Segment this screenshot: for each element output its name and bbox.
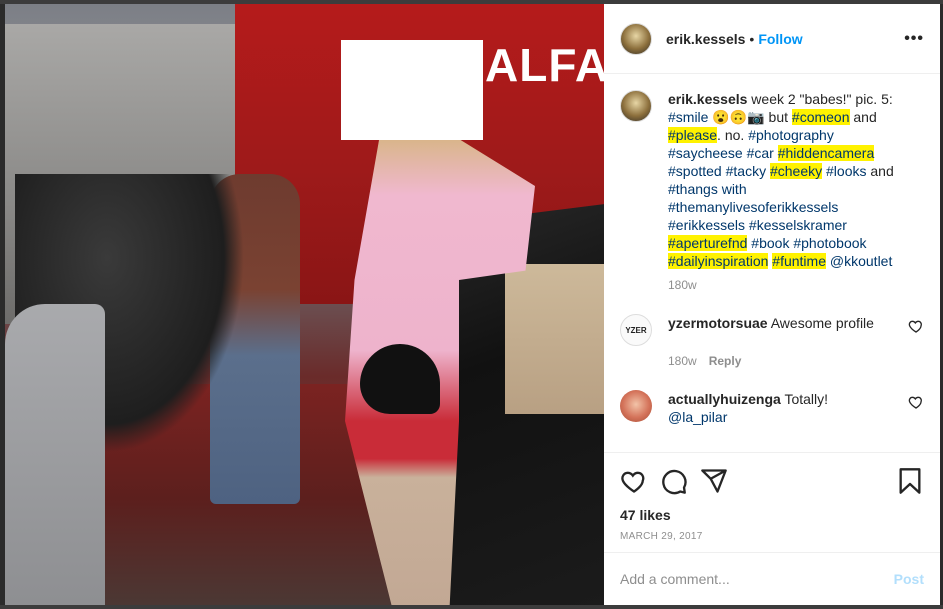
hashtag-photography[interactable]: #photography (748, 127, 834, 143)
photo-car-seat (505, 264, 604, 414)
comment-input[interactable] (620, 571, 894, 587)
caption-no: . no. (717, 127, 749, 143)
comment-age: 180w (668, 354, 697, 368)
caption-and-2: and (866, 163, 894, 179)
heart-icon[interactable] (908, 318, 924, 334)
hashtag-erikkessels[interactable]: #erikkessels (668, 217, 745, 233)
more-icon[interactable]: ••• (904, 30, 924, 48)
photo-sign: ALFA (485, 39, 604, 91)
reply-button[interactable]: Reply (709, 354, 742, 368)
hashtag-comeon[interactable]: #comeon (791, 109, 850, 125)
hashtag-looks[interactable]: #looks (826, 163, 866, 179)
caption-text: erik.kessels week 2 "babes!" pic. 5: #sm… (668, 90, 904, 270)
comment-username[interactable]: yzermotorsuae (668, 315, 768, 331)
hashtag-cheeky[interactable]: #cheeky (769, 163, 823, 179)
hashtag-themanylives[interactable]: #themanylivesoferikkessels (668, 199, 838, 215)
hashtag-hiddencamera[interactable]: #hiddencamera (777, 145, 875, 161)
comment-item: actuallyhuizenga Totally! @la_pilar (620, 390, 924, 426)
hashtag-spotted[interactable]: #spotted (668, 163, 722, 179)
caption-username[interactable]: erik.kessels (668, 91, 747, 107)
hashtag-book[interactable]: #book (751, 235, 789, 251)
hashtag-photobook[interactable]: #photobook (793, 235, 866, 251)
comment-body: Totally! (784, 391, 829, 407)
avatar[interactable] (620, 22, 652, 55)
caption-but: but (768, 109, 792, 125)
mention-kkoutlet[interactable]: @kkoutlet (830, 253, 892, 269)
comment-avatar[interactable]: YZER (620, 314, 652, 346)
comments-list[interactable]: erik.kessels week 2 "babes!" pic. 5: #sm… (604, 74, 940, 454)
action-icons (620, 463, 924, 499)
comment-meta: 180w Reply (668, 354, 924, 368)
comment-mention[interactable]: @la_pilar (668, 409, 727, 425)
heart-icon[interactable] (908, 394, 924, 410)
caption-age: 180w (668, 278, 697, 292)
post-photo[interactable]: ALFA 10 (5, 4, 604, 605)
comment-username[interactable]: actuallyhuizenga (668, 391, 781, 407)
caption-meta: 180w (668, 278, 924, 292)
comment-icon[interactable] (660, 467, 688, 495)
hashtag-kesselskramer[interactable]: #kesselskramer (749, 217, 847, 233)
comment-text: yzermotorsuae Awesome profile (668, 314, 886, 346)
share-icon[interactable] (700, 467, 728, 495)
hashtag-saycheese[interactable]: #saycheese (668, 145, 743, 161)
comment-item: YZER yzermotorsuae Awesome profile (620, 314, 924, 346)
follow-button[interactable]: Follow (758, 31, 802, 47)
caption-avatar[interactable] (620, 90, 652, 122)
hashtag-aperturefnd[interactable]: #aperturefnd (668, 235, 748, 251)
post-button[interactable]: Post (894, 571, 924, 587)
hashtag-dailyinspiration[interactable]: #dailyinspiration (668, 253, 769, 269)
post-header: erik.kessels • Follow ••• (604, 4, 940, 74)
post-side-panel: erik.kessels • Follow ••• erik.kessels w… (604, 4, 940, 605)
comment-text: actuallyhuizenga Totally! @la_pilar (668, 390, 886, 426)
post-actions: 47 likes MARCH 29, 2017 (604, 452, 940, 542)
photo-car-mirror (360, 344, 440, 414)
photo-foreground-arm (5, 304, 105, 605)
like-count[interactable]: 47 likes (620, 507, 924, 523)
bottom-strip (0, 605, 943, 609)
hashtag-tacky[interactable]: #tacky (726, 163, 766, 179)
comment-avatar[interactable] (620, 390, 652, 422)
caption-emoji: 😮🙃📷 (708, 109, 769, 125)
heart-icon[interactable] (620, 467, 648, 495)
bookmark-icon[interactable] (896, 467, 924, 495)
hashtag-please[interactable]: #please (668, 127, 718, 143)
add-comment-bar: Post (604, 552, 940, 605)
post-date: MARCH 29, 2017 (620, 531, 703, 542)
caption: erik.kessels week 2 "babes!" pic. 5: #sm… (620, 90, 924, 270)
hashtag-thangs[interactable]: #thangs with (668, 181, 747, 197)
header-username[interactable]: erik.kessels (666, 31, 745, 47)
comment-body: Awesome profile (770, 315, 874, 331)
redaction-box (341, 40, 483, 140)
hashtag-smile[interactable]: #smile (668, 109, 708, 125)
hashtag-car[interactable]: #car (747, 145, 774, 161)
caption-body: week 2 "babes!" pic. 5: (747, 91, 893, 107)
header-separator: • (749, 30, 755, 47)
caption-and: and (849, 109, 877, 125)
hashtag-funtime[interactable]: #funtime (772, 253, 826, 269)
